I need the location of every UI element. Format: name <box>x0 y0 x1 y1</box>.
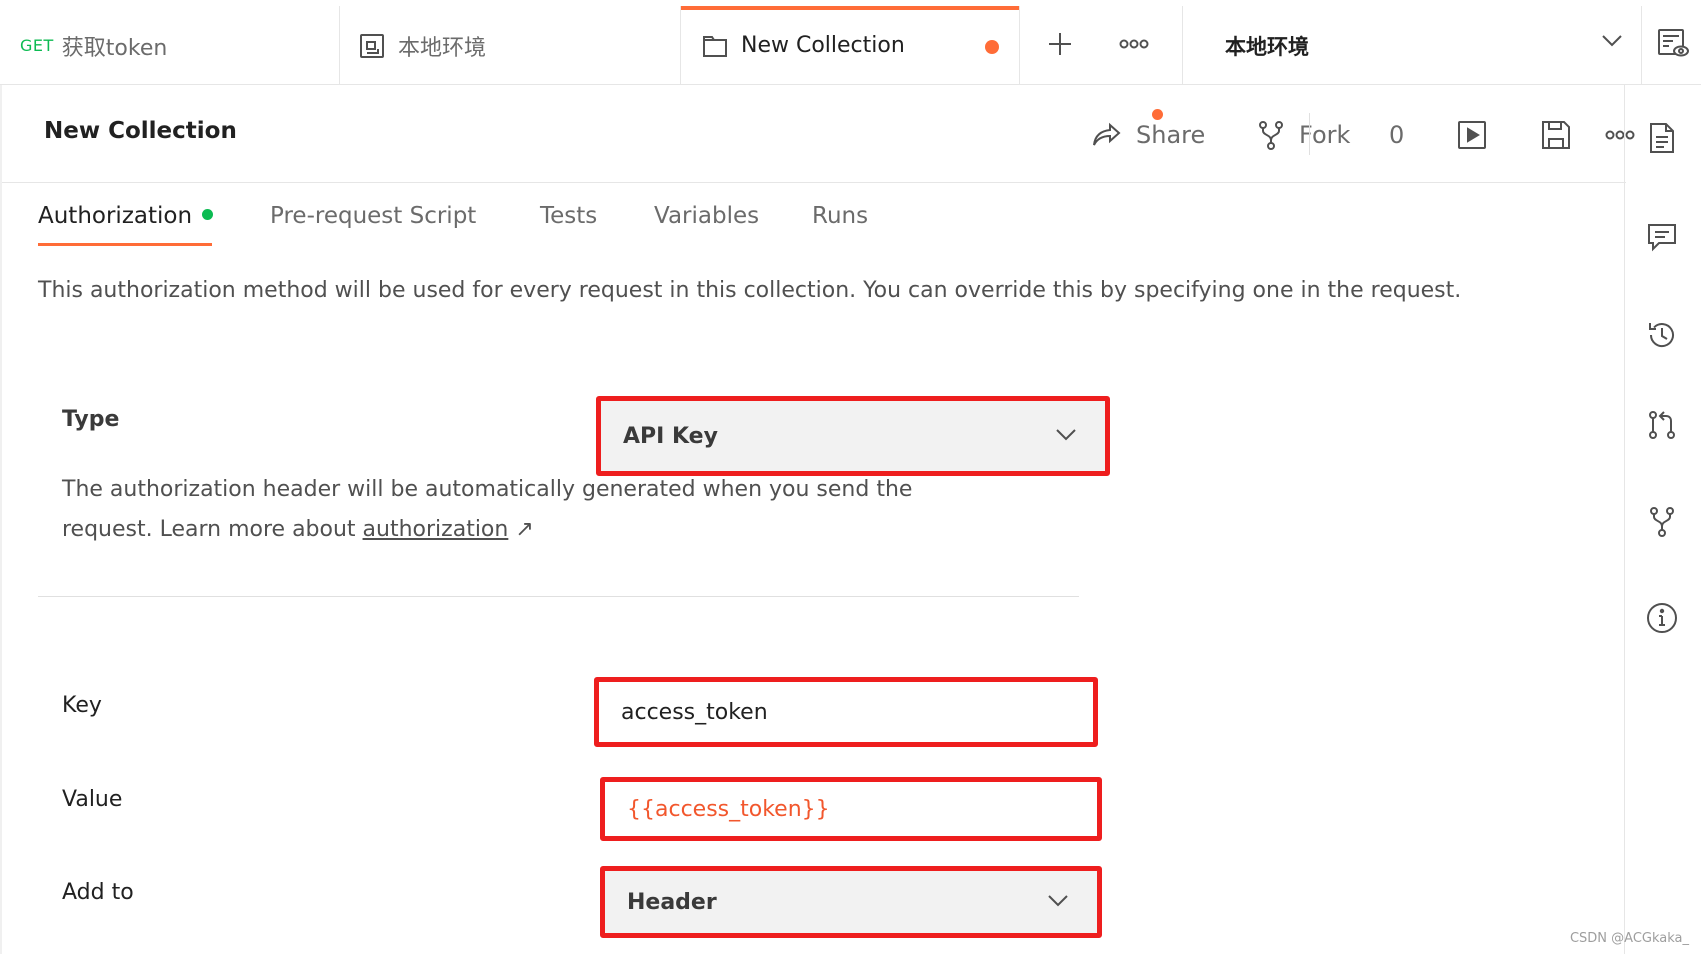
section-divider <box>38 596 1079 597</box>
fork-icon <box>1650 507 1674 537</box>
environment-selected: 本地环境 <box>1225 34 1309 59</box>
share-icon <box>1093 122 1121 146</box>
tab-pre-request-script[interactable]: Pre-request Script <box>270 203 476 229</box>
history-button[interactable] <box>1645 318 1679 352</box>
type-label: Type <box>62 407 120 432</box>
share-notification-dot <box>1152 109 1163 120</box>
environment-icon <box>358 32 386 60</box>
unsaved-dot <box>985 40 999 54</box>
authorization-link[interactable]: authorization <box>363 517 509 542</box>
fork-info-button[interactable] <box>1645 505 1679 539</box>
watermark: CSDN @ACGkaka_ <box>1569 931 1689 946</box>
environment-select[interactable]: 本地环境 <box>1182 6 1642 85</box>
comment-icon <box>1648 224 1676 252</box>
more-horizontal-icon <box>1119 39 1149 49</box>
tab-bar: GET 获取token 本地环境 New Collection 本地环境 <box>0 0 1701 85</box>
add-to-value: Header <box>627 889 717 915</box>
save-button[interactable] <box>1536 115 1576 155</box>
chevron-down-icon <box>1602 35 1622 47</box>
status-dot <box>202 209 214 220</box>
tab-tests[interactable]: Tests <box>540 203 597 229</box>
key-input[interactable]: access_token <box>594 677 1098 747</box>
tab-get-token[interactable]: GET 获取token <box>0 6 340 85</box>
right-sidebar <box>1624 85 1701 954</box>
fork-count[interactable]: 0 <box>1389 115 1404 155</box>
new-tab-button[interactable] <box>1040 24 1080 64</box>
divider <box>1309 113 1310 155</box>
tab-variables[interactable]: Variables <box>654 203 759 229</box>
tab-authorization[interactable]: Authorization <box>38 203 214 229</box>
tab-new-collection[interactable]: New Collection <box>681 6 1020 85</box>
tab-label: New Collection <box>741 33 905 58</box>
value-label: Value <box>62 787 123 812</box>
key-label: Key <box>62 693 102 718</box>
fork-icon <box>1259 121 1283 150</box>
info-button[interactable] <box>1645 601 1679 635</box>
key-value: access_token <box>621 699 768 725</box>
documentation-button[interactable] <box>1645 121 1679 155</box>
tab-label: 本地环境 <box>398 35 487 61</box>
run-button[interactable] <box>1452 115 1492 155</box>
collection-editor: New Collection Share Fork 0 Authorizatio… <box>0 85 1635 954</box>
fork-button[interactable]: Fork <box>1257 115 1350 155</box>
collection-header: New Collection Share Fork 0 <box>2 85 1635 183</box>
save-icon <box>1542 121 1570 149</box>
tab-label: 获取token <box>61 35 168 61</box>
active-tab-indicator <box>38 243 212 246</box>
info-icon <box>1647 603 1677 633</box>
pull-request-icon <box>1649 411 1675 439</box>
fork-label: Fork <box>1299 121 1351 149</box>
history-icon <box>1649 323 1674 347</box>
chevron-down-icon <box>1056 429 1076 441</box>
auth-type-value: API Key <box>623 423 718 449</box>
auth-type-select[interactable]: API Key <box>596 396 1110 476</box>
collection-subtabs: Authorization Pre-request Script Tests V… <box>2 183 1626 251</box>
comments-button[interactable] <box>1645 220 1679 254</box>
add-to-select[interactable]: Header <box>600 866 1102 938</box>
auth-description: This authorization method will be used f… <box>38 278 1462 303</box>
share-label: Share <box>1136 121 1206 149</box>
external-link-icon: ↗ <box>515 517 534 542</box>
play-icon <box>1458 121 1486 149</box>
pull-request-button[interactable] <box>1645 408 1679 442</box>
environment-quick-look-button[interactable] <box>1656 26 1690 60</box>
add-to-label: Add to <box>62 880 134 905</box>
plus-icon <box>1049 33 1071 55</box>
collection-icon <box>701 32 729 60</box>
tab-label: Authorization <box>38 203 193 229</box>
share-button[interactable]: Share <box>1092 115 1205 155</box>
auth-help-text: The authorization header will be automat… <box>62 477 913 542</box>
value-input[interactable]: {{access_token}} <box>600 777 1102 841</box>
http-method-badge: GET <box>20 36 54 55</box>
tab-more-button[interactable] <box>1112 24 1156 64</box>
page-title: New Collection <box>44 118 237 144</box>
tab-runs[interactable]: Runs <box>812 203 868 229</box>
chevron-down-icon <box>1048 895 1068 907</box>
tab-environment[interactable]: 本地环境 <box>340 6 681 85</box>
eye-list-icon <box>1658 29 1689 57</box>
document-icon <box>1650 123 1674 153</box>
value-variable: {{access_token}} <box>627 796 830 822</box>
